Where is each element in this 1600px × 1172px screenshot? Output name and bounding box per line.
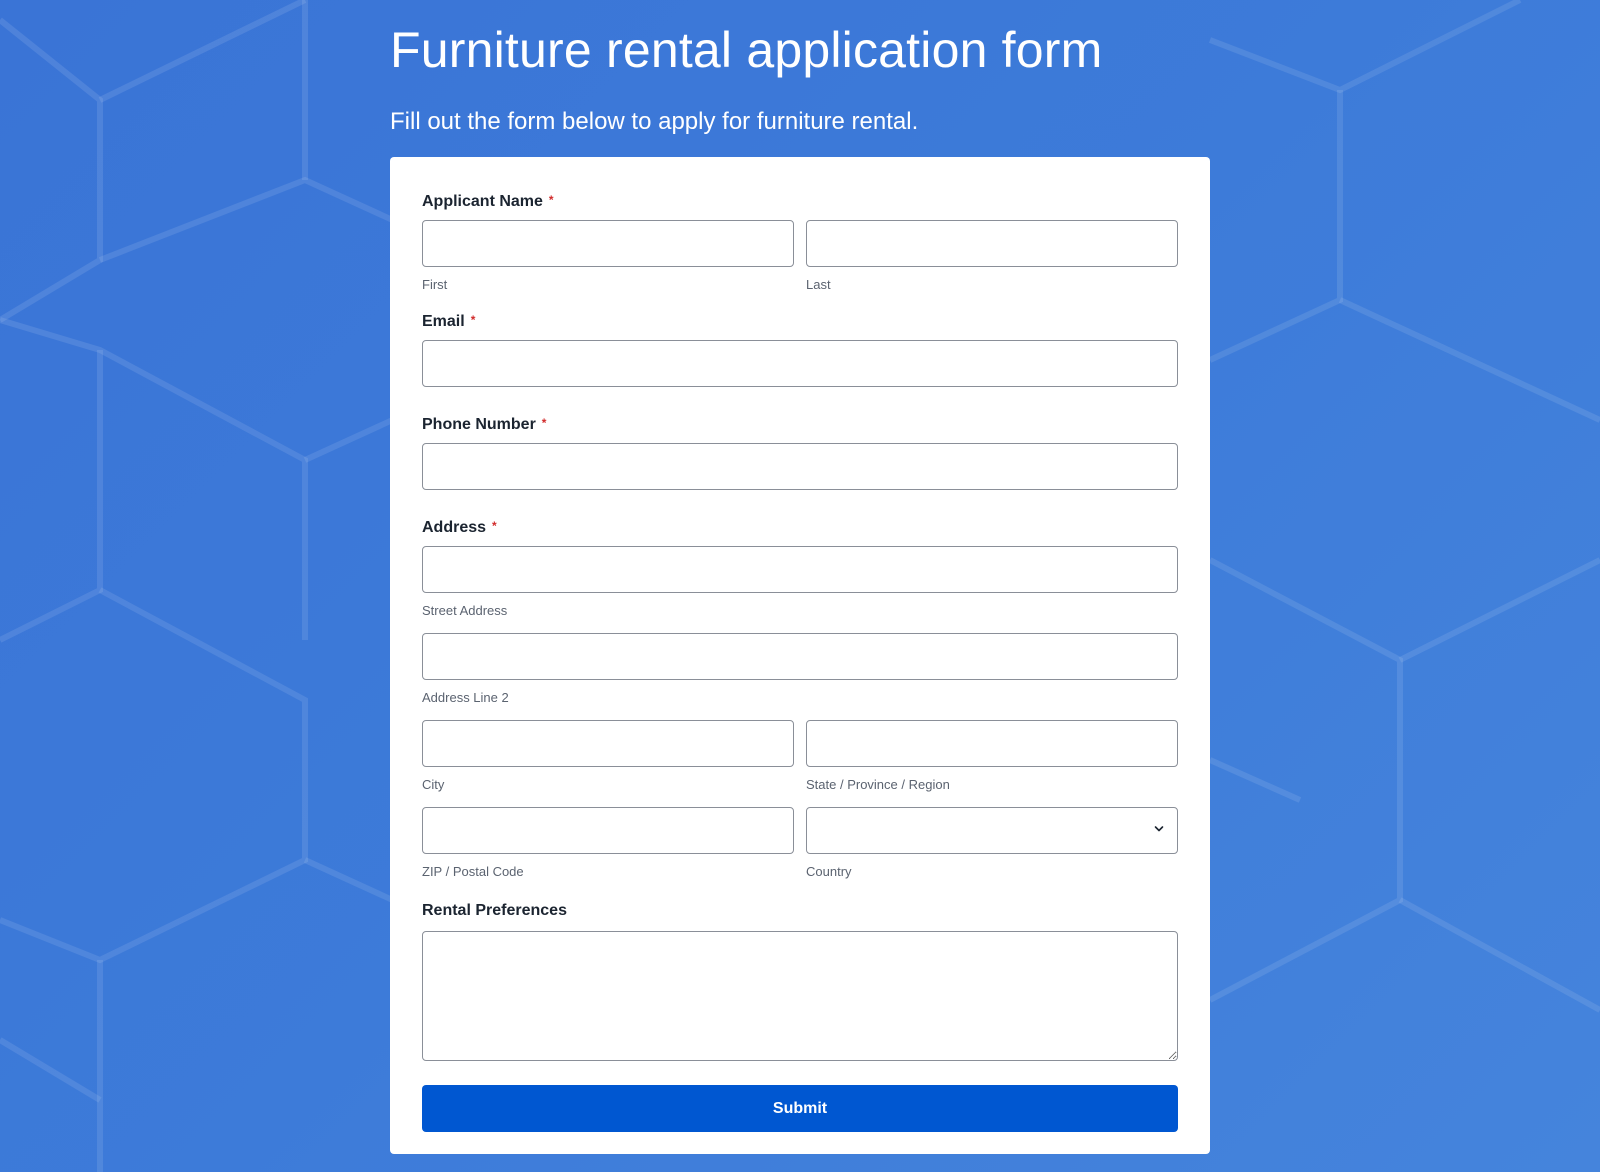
email-group: Email * [422,309,1178,387]
required-marker: * [541,416,547,430]
state-input[interactable] [806,720,1178,767]
country-select[interactable] [806,807,1178,854]
email-input[interactable] [422,340,1178,387]
country-sublabel: Country [806,864,852,879]
required-marker: * [492,519,497,533]
address-line-2-sublabel: Address Line 2 [422,690,509,705]
address-group: Address * Street Address Address Line 2 C… [422,515,1178,880]
rental-preferences-group: Rental Preferences [422,900,1178,1061]
city-input[interactable] [422,720,794,767]
city-sublabel: City [422,777,445,792]
email-label: Email * [422,313,476,330]
phone-input[interactable] [422,443,1178,490]
last-name-sublabel: Last [806,277,831,292]
street-address-sublabel: Street Address [422,603,508,618]
phone-label: Phone Number * [422,416,547,433]
chevron-down-icon [1154,826,1164,832]
required-marker: * [470,313,476,327]
address-line-2-input[interactable] [422,633,1178,680]
state-sublabel: State / Province / Region [806,777,950,792]
rental-preferences-label: Rental Preferences [422,902,567,919]
required-marker: * [548,193,554,207]
first-name-sublabel: First [422,277,448,292]
street-address-input[interactable] [422,546,1178,593]
page-title: Furniture rental application form [390,22,1103,78]
rental-application-form: Applicant Name * First Last Email * Phone … [390,157,1210,1154]
applicant-name-group: Applicant Name * First Last [422,189,1178,293]
zip-input[interactable] [422,807,794,854]
rental-preferences-textarea[interactable] [422,931,1178,1061]
submit-button[interactable]: Submit [422,1085,1178,1132]
phone-group: Phone Number * [422,412,1178,490]
applicant-name-label: Applicant Name * [422,193,554,210]
address-label: Address * [422,519,497,536]
first-name-input[interactable] [422,220,794,267]
last-name-input[interactable] [806,220,1178,267]
page-container: Furniture rental application form Fill o… [390,0,1210,1154]
page-subtitle: Fill out the form below to apply for fur… [390,108,919,135]
zip-sublabel: ZIP / Postal Code [422,864,524,879]
